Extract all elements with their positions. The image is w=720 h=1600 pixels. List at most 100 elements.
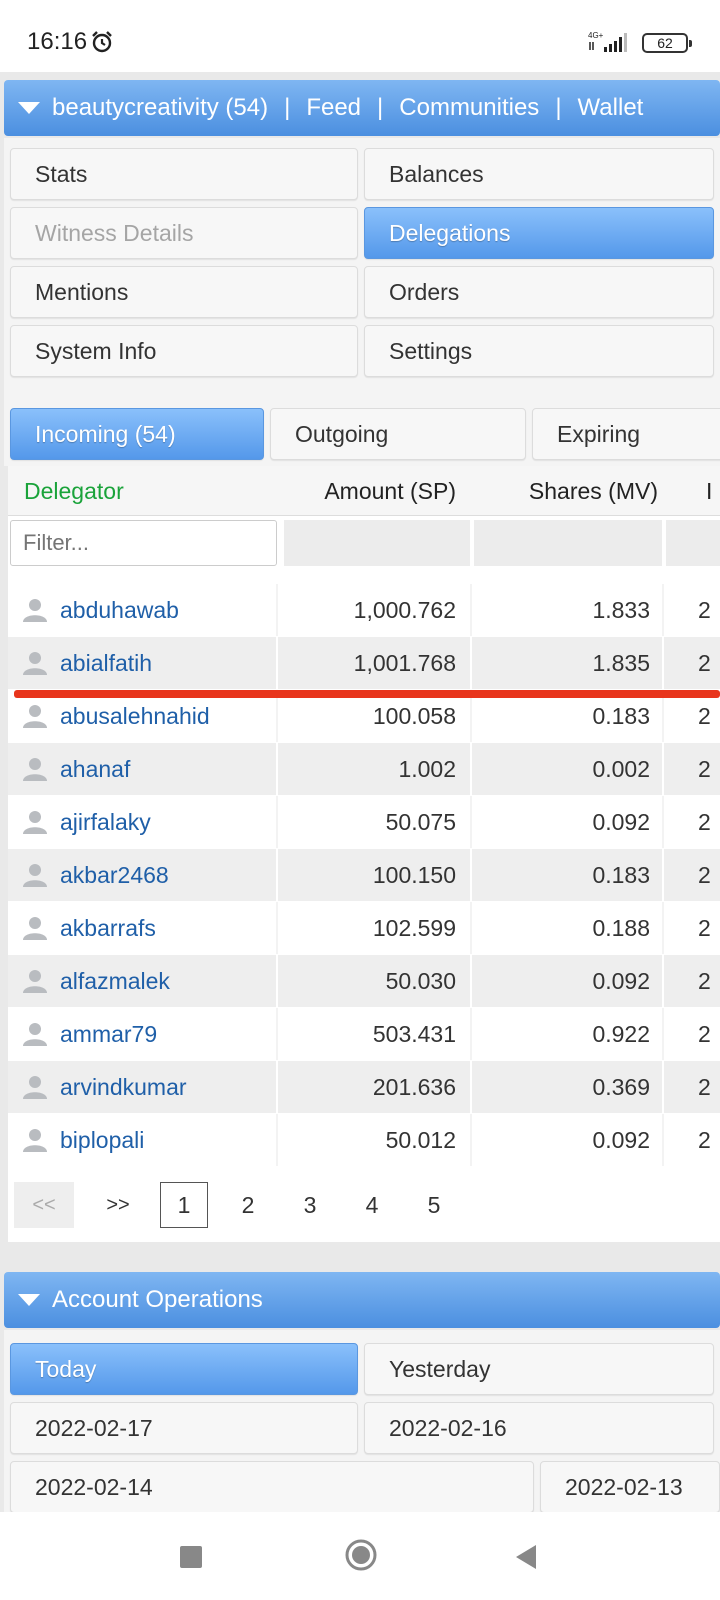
feed-link[interactable]: Feed [306,94,361,122]
shares-cell: 1.835 [592,650,650,676]
account-operations-header[interactable]: Account Operations [4,1272,720,1328]
user-icon [23,758,47,781]
orders-button[interactable]: Orders [364,266,714,318]
shares-cell: 0.188 [592,915,650,941]
amount-cell: 503.431 [372,1021,456,1047]
delegator-link[interactable]: biplopali [60,1127,144,1154]
delegator-link[interactable]: ammar79 [60,1021,157,1048]
amount-cell: 100.058 [372,703,456,729]
page-2-button[interactable]: 2 [228,1182,268,1228]
delegations-button[interactable]: Delegations [364,207,714,259]
separator: | [284,94,291,121]
home-icon[interactable] [344,1538,378,1572]
pagination: << >> 1 2 3 4 5 [8,1172,720,1242]
back-icon[interactable] [514,1544,538,1570]
table-header: Delegator Amount (SP) Shares (MV) I [8,466,720,516]
table-row: arvindkumar 201.636 0.369 2 [8,1061,720,1113]
delegator-link[interactable]: alfazmalek [60,968,170,995]
page-4-button[interactable]: 4 [352,1182,392,1228]
table-row: alfazmalek 50.030 0.092 2 [8,955,720,1007]
recent-apps-icon[interactable] [180,1546,202,1568]
user-icon [23,864,47,887]
app-content: beautycreativity (54) | Feed | Communiti… [0,72,720,1512]
extra-column-header[interactable]: I [706,478,712,505]
extra-cell: 2 [698,1127,711,1153]
highlight-underline [14,690,720,698]
tab-outgoing[interactable]: Outgoing [270,408,526,460]
delegator-column-header[interactable]: Delegator [24,478,124,505]
table-row: ammar79 503.431 0.922 2 [8,1008,720,1060]
table-row: ahanaf 1.002 0.002 2 [8,743,720,795]
settings-button[interactable]: Settings [364,325,714,377]
delegator-link[interactable]: abialfatih [60,650,152,677]
witness-details-button[interactable]: Witness Details [10,207,358,259]
delegator-link[interactable]: akbar2468 [60,862,169,889]
account-header: beautycreativity (54) | Feed | Communiti… [4,80,720,136]
user-icon [23,1129,47,1152]
date-button[interactable]: 2022-02-17 [10,1402,358,1454]
date-button[interactable]: 2022-02-14 [10,1461,534,1512]
collapse-triangle-icon[interactable] [18,102,40,114]
shares-cell: 0.002 [592,756,650,782]
extra-cell: 2 [698,597,711,623]
page-1-button[interactable]: 1 [160,1182,208,1228]
stats-button[interactable]: Stats [10,148,358,200]
delegator-link[interactable]: akbarrafs [60,915,156,942]
mentions-button[interactable]: Mentions [10,266,358,318]
delegator-link[interactable]: ahanaf [60,756,130,783]
account-operations-title: Account Operations [52,1286,263,1313]
table-row: biplopali 50.012 0.092 2 [8,1114,720,1166]
page-3-button[interactable]: 3 [290,1182,330,1228]
table-row: akbar2468 100.150 0.183 2 [8,849,720,901]
user-icon [23,1023,47,1046]
delegator-filter-input[interactable] [10,520,277,566]
shares-cell: 0.369 [592,1074,650,1100]
shares-column-header[interactable]: Shares (MV) [529,478,658,505]
status-bar: 16:16 4G+ 62 [0,0,720,72]
user-icon [23,917,47,940]
user-icon [23,811,47,834]
extra-cell: 2 [698,809,711,835]
amount-cell: 50.030 [385,968,456,994]
account-link[interactable]: beautycreativity (54) [52,94,268,122]
filter-cell [666,520,720,566]
shares-cell: 0.183 [592,862,650,888]
table-row: akbarrafs 102.599 0.188 2 [8,902,720,954]
collapse-triangle-icon[interactable] [18,1294,40,1306]
user-icon [23,705,47,728]
amount-cell: 1.002 [398,756,456,782]
system-nav-bar [0,1512,720,1600]
delegator-link[interactable]: arvindkumar [60,1074,187,1101]
system-info-button[interactable]: System Info [10,325,358,377]
tab-incoming[interactable]: Incoming (54) [10,408,264,460]
delegator-link[interactable]: ajirfalaky [60,809,151,836]
tab-expiring[interactable]: Expiring [532,408,720,460]
today-button[interactable]: Today [10,1343,358,1395]
delegator-link[interactable]: abduhawab [60,597,179,624]
wallet-link[interactable]: Wallet [578,94,644,122]
communities-link[interactable]: Communities [399,94,539,122]
extra-cell: 2 [698,703,711,729]
shares-cell: 0.183 [592,703,650,729]
delegations-table: Delegator Amount (SP) Shares (MV) I abdu… [8,466,720,1176]
date-button[interactable]: 2022-02-16 [364,1402,714,1454]
prev-page-button[interactable]: << [14,1182,74,1228]
date-button[interactable]: 2022-02-13 [540,1461,720,1512]
clock: 16:16 [27,28,88,55]
amount-cell: 50.012 [385,1127,456,1153]
shares-cell: 0.092 [592,1127,650,1153]
amount-column-header[interactable]: Amount (SP) [324,478,456,505]
page-5-button[interactable]: 5 [414,1182,454,1228]
extra-cell: 2 [698,650,711,676]
amount-cell: 100.150 [372,862,456,888]
filter-cell [474,520,662,566]
amount-cell: 50.075 [385,809,456,835]
balances-button[interactable]: Balances [364,148,714,200]
shares-cell: 0.092 [592,809,650,835]
separator: | [555,94,562,121]
delegator-link[interactable]: abusalehnahid [60,703,210,730]
amount-cell: 1,000.762 [353,597,456,623]
next-page-button[interactable]: >> [88,1182,148,1228]
yesterday-button[interactable]: Yesterday [364,1343,714,1395]
extra-cell: 2 [698,1074,711,1100]
